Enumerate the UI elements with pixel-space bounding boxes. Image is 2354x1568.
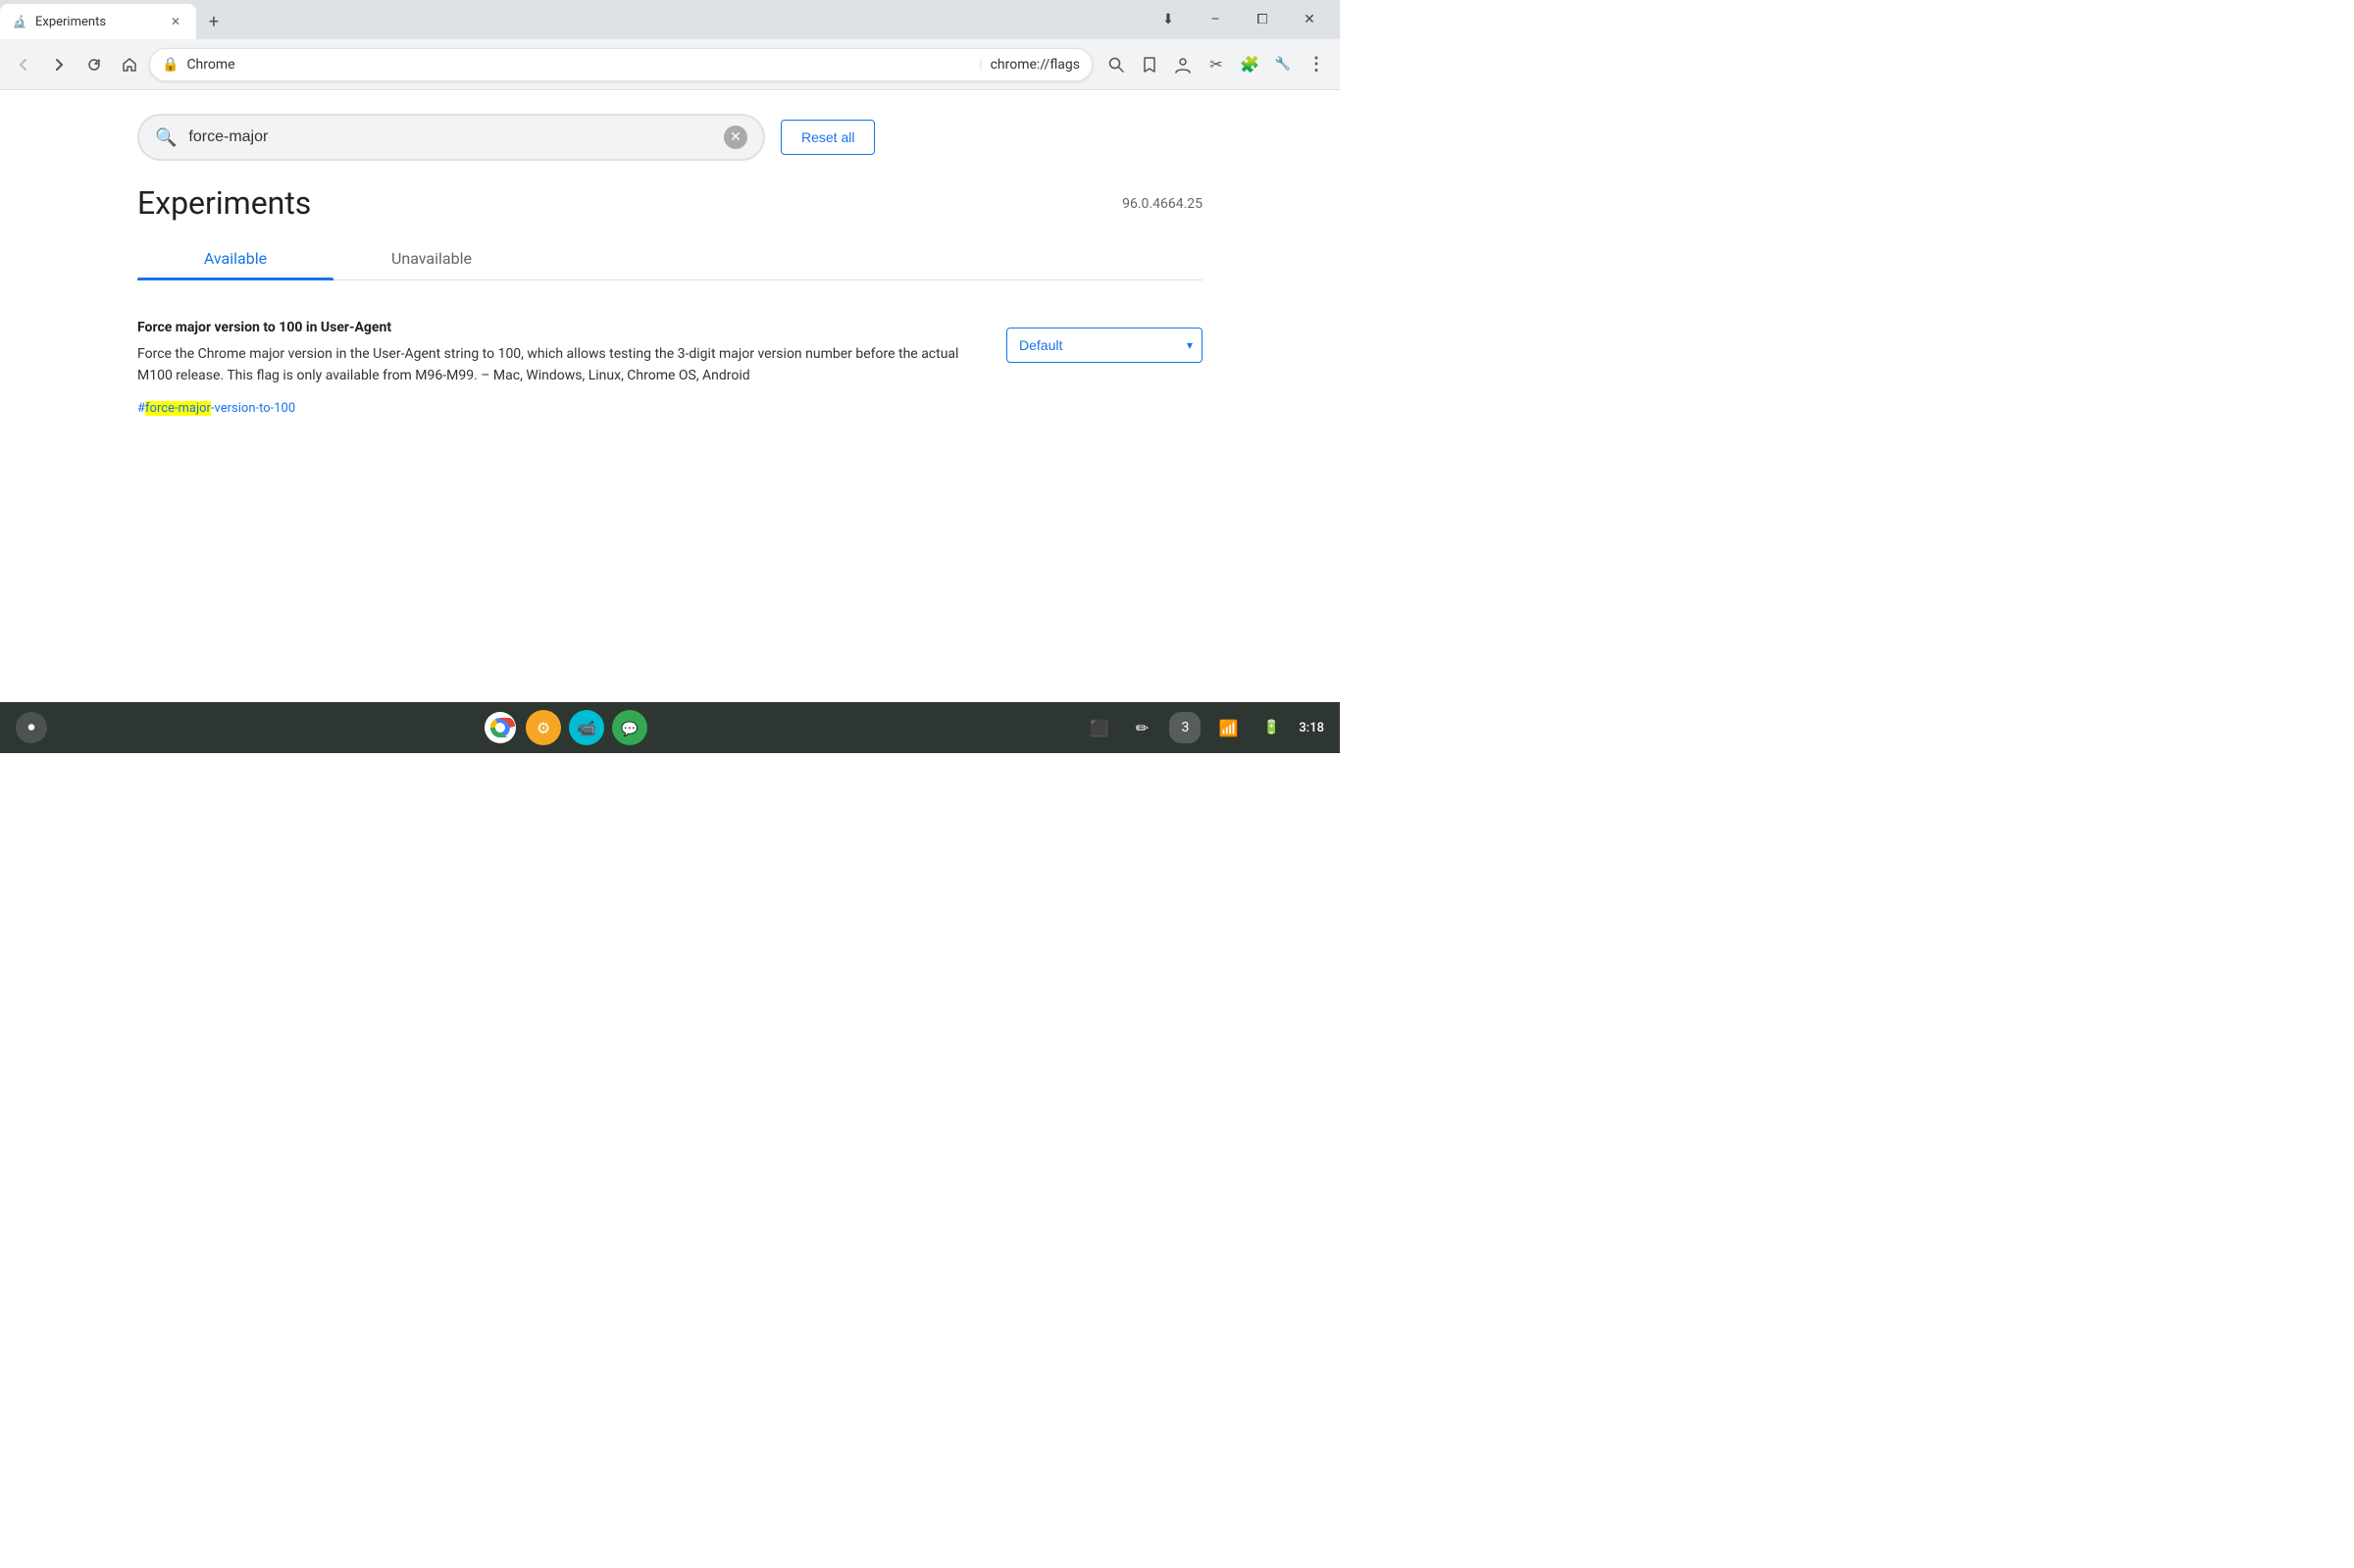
scissors-icon[interactable]: ✂ xyxy=(1201,49,1232,80)
flag-link-rest: -version-to-100 xyxy=(211,401,295,416)
page-title: Experiments xyxy=(137,184,311,222)
tabs-container: Available Unavailable xyxy=(0,222,1340,280)
taskbar-battery-icon[interactable]: 🔋 xyxy=(1255,712,1287,743)
taskbar-center: ⚙ 📹 💬 xyxy=(481,708,649,747)
close-button[interactable]: ✕ xyxy=(1287,5,1332,34)
extra-extension-icon[interactable]: 🔧 xyxy=(1267,49,1299,80)
toolbar-icons: ✂ 🧩 🔧 ⋮ xyxy=(1100,49,1332,80)
omnibox-separator: | xyxy=(979,57,982,73)
taskbar-chrome-icon[interactable] xyxy=(481,708,520,747)
svg-text:💬: 💬 xyxy=(621,721,639,737)
omnibox[interactable]: 🔒 Chrome | chrome://flags xyxy=(149,48,1093,81)
taskbar-store-icon[interactable]: ⚙ xyxy=(524,708,563,747)
taskbar-wifi-icon[interactable]: 📶 xyxy=(1212,712,1244,743)
tab-available[interactable]: Available xyxy=(137,237,333,279)
search-box[interactable]: 🔍 ✕ xyxy=(137,114,765,161)
flag-description: Force major version to 100 in User-Agent… xyxy=(137,320,983,416)
flag-item: Force major version to 100 in User-Agent… xyxy=(137,304,1203,431)
extensions-icon[interactable]: 🧩 xyxy=(1234,49,1265,80)
svg-text:⚙: ⚙ xyxy=(537,719,550,737)
reset-all-button[interactable]: Reset all xyxy=(781,120,875,155)
taskbar-system-button[interactable]: ⏺ xyxy=(16,712,47,743)
address-bar: 🔒 Chrome | chrome://flags ✂ 🧩 🔧 ⋮ xyxy=(0,39,1340,90)
lock-icon: 🔒 xyxy=(162,57,179,73)
flag-control: Default Enabled Disabled ▾ xyxy=(1006,328,1203,363)
tab-title-text: Experiments xyxy=(35,15,159,29)
omnibox-url: chrome://flags xyxy=(991,57,1080,73)
home-button[interactable] xyxy=(114,49,145,80)
search-toolbar-button[interactable] xyxy=(1100,49,1132,80)
search-icon: 🔍 xyxy=(155,127,177,148)
taskbar-messages-icon[interactable]: 💬 xyxy=(610,708,649,747)
refresh-button[interactable] xyxy=(78,49,110,80)
tab-favicon: 🔬 xyxy=(12,14,27,29)
taskbar-time: 3:18 xyxy=(1299,721,1324,735)
flag-select[interactable]: Default Enabled Disabled xyxy=(1006,328,1203,363)
title-bar: 🔬 Experiments ✕ + ⬇ – ⧠ ✕ xyxy=(0,0,1340,39)
omnibox-site-name: Chrome xyxy=(186,57,971,73)
tab-strip: 🔬 Experiments ✕ + xyxy=(0,0,1138,39)
tab-close-button[interactable]: ✕ xyxy=(167,13,184,30)
flag-text: Force the Chrome major version in the Us… xyxy=(137,343,983,387)
version-text: 96.0.4664.25 xyxy=(1122,196,1203,212)
main-content: 🔍 ✕ Reset all Experiments 96.0.4664.25 A… xyxy=(0,90,1340,702)
minimize-button[interactable]: – xyxy=(1193,5,1238,34)
flag-title: Force major version to 100 in User-Agent xyxy=(137,320,983,335)
profile-button[interactable] xyxy=(1167,49,1199,80)
window-controls: ⬇ – ⧠ ✕ xyxy=(1138,0,1340,39)
flag-select-wrapper[interactable]: Default Enabled Disabled ▾ xyxy=(1006,328,1203,363)
flags-content: Force major version to 100 in User-Agent… xyxy=(0,280,1340,455)
search-area: 🔍 ✕ Reset all xyxy=(0,90,1340,161)
tabs: Available Unavailable xyxy=(137,237,1203,280)
experiments-header: Experiments 96.0.4664.25 xyxy=(0,161,1340,222)
taskbar-meet-icon[interactable]: 📹 xyxy=(567,708,606,747)
tab-unavailable[interactable]: Unavailable xyxy=(333,237,530,279)
svg-text:📹: 📹 xyxy=(577,719,596,737)
search-clear-button[interactable]: ✕ xyxy=(724,126,747,149)
taskbar-pen-icon[interactable]: ✏ xyxy=(1126,712,1157,743)
menu-button[interactable]: ⋮ xyxy=(1301,49,1332,80)
flag-link[interactable]: #force-major-version-to-100 xyxy=(137,401,295,416)
new-tab-button[interactable]: + xyxy=(200,8,228,35)
taskbar-number-badge[interactable]: 3 xyxy=(1169,712,1201,743)
back-button[interactable] xyxy=(8,49,39,80)
forward-button[interactable] xyxy=(43,49,75,80)
taskbar-right: ⬛ ✏ 3 📶 🔋 3:18 xyxy=(1083,712,1324,743)
maximize-button[interactable]: ⧠ xyxy=(1240,5,1285,34)
flag-link-hash: # xyxy=(137,401,145,416)
taskbar-left: ⏺ xyxy=(16,712,47,743)
flag-link-highlight: force-major xyxy=(145,401,211,416)
download-icon[interactable]: ⬇ xyxy=(1146,5,1191,34)
taskbar: ⏺ ⚙ 📹 xyxy=(0,702,1340,753)
taskbar-screenshot-icon[interactable]: ⬛ xyxy=(1083,712,1114,743)
active-tab[interactable]: 🔬 Experiments ✕ xyxy=(0,4,196,39)
bookmark-button[interactable] xyxy=(1134,49,1165,80)
search-input[interactable] xyxy=(188,128,712,146)
